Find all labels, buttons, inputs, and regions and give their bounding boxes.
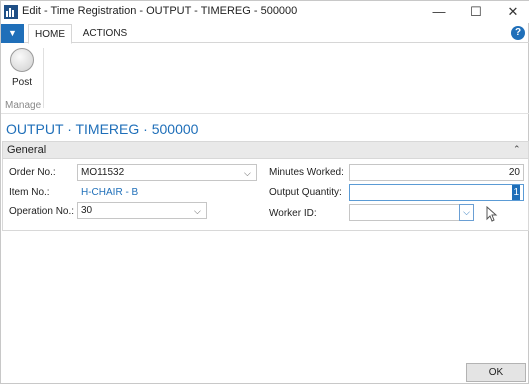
minutes-worked-field[interactable]: 20 (349, 164, 524, 181)
minutes-worked-label: Minutes Worked: (269, 167, 344, 178)
chevron-up-icon[interactable]: ⌃ (513, 144, 521, 155)
file-menu-button[interactable]: ▼ (1, 24, 24, 43)
item-no-label: Item No.: (9, 187, 50, 198)
fasttab-title: General (7, 144, 47, 156)
tab-actions[interactable]: ACTIONS (76, 24, 134, 43)
ribbon-group-label: Manage (5, 100, 42, 111)
ribbon-body: Post Manage (1, 44, 529, 114)
post-button[interactable]: Post (7, 48, 37, 94)
help-icon[interactable]: ? (511, 26, 525, 40)
ribbon-tab-bar: ▼ HOME ACTIONS ? (1, 24, 529, 44)
mouse-pointer-icon (486, 206, 498, 222)
post-label: Post (11, 77, 32, 88)
app-icon (4, 5, 18, 19)
close-button[interactable]: ✕ (493, 1, 529, 23)
item-no-value[interactable]: H-CHAIR - B (81, 187, 138, 198)
ok-button[interactable]: OK (466, 363, 526, 382)
post-icon (10, 48, 34, 72)
dialog-window: Edit - Time Registration - OUTPUT - TIME… (0, 0, 529, 384)
tab-home[interactable]: HOME (28, 24, 72, 44)
order-no-field[interactable]: MO11532 (77, 164, 257, 181)
window-title: Edit - Time Registration - OUTPUT - TIME… (22, 5, 298, 17)
worker-id-dropdown-button[interactable]: ⌵ (459, 204, 474, 221)
operation-no-field[interactable]: 30 (77, 202, 207, 219)
title-bar: Edit - Time Registration - OUTPUT - TIME… (1, 1, 529, 23)
worker-id-field[interactable] (349, 204, 461, 221)
worker-id-label: Worker ID: (269, 208, 317, 219)
order-no-label: Order No.: (9, 167, 56, 178)
chevron-down-icon[interactable]: ⌵ (244, 168, 251, 179)
chevron-down-icon[interactable]: ⌵ (194, 206, 201, 217)
general-fasttab: General ⌃ Order No.: MO11532 ⌵ Item No.:… (2, 141, 529, 231)
general-fasttab-header[interactable]: General ⌃ (3, 142, 528, 159)
output-quantity-field[interactable]: 1 (349, 184, 524, 201)
output-quantity-label: Output Quantity: (269, 187, 342, 198)
minimize-button[interactable]: — (419, 1, 459, 23)
operation-no-label: Operation No.: (9, 206, 75, 217)
ribbon-group-divider (43, 48, 44, 108)
maximize-button[interactable]: ☐ (456, 1, 496, 23)
page-title: OUTPUT · TIMEREG · 500000 (6, 121, 199, 137)
output-quantity-value: 1 (512, 185, 520, 200)
